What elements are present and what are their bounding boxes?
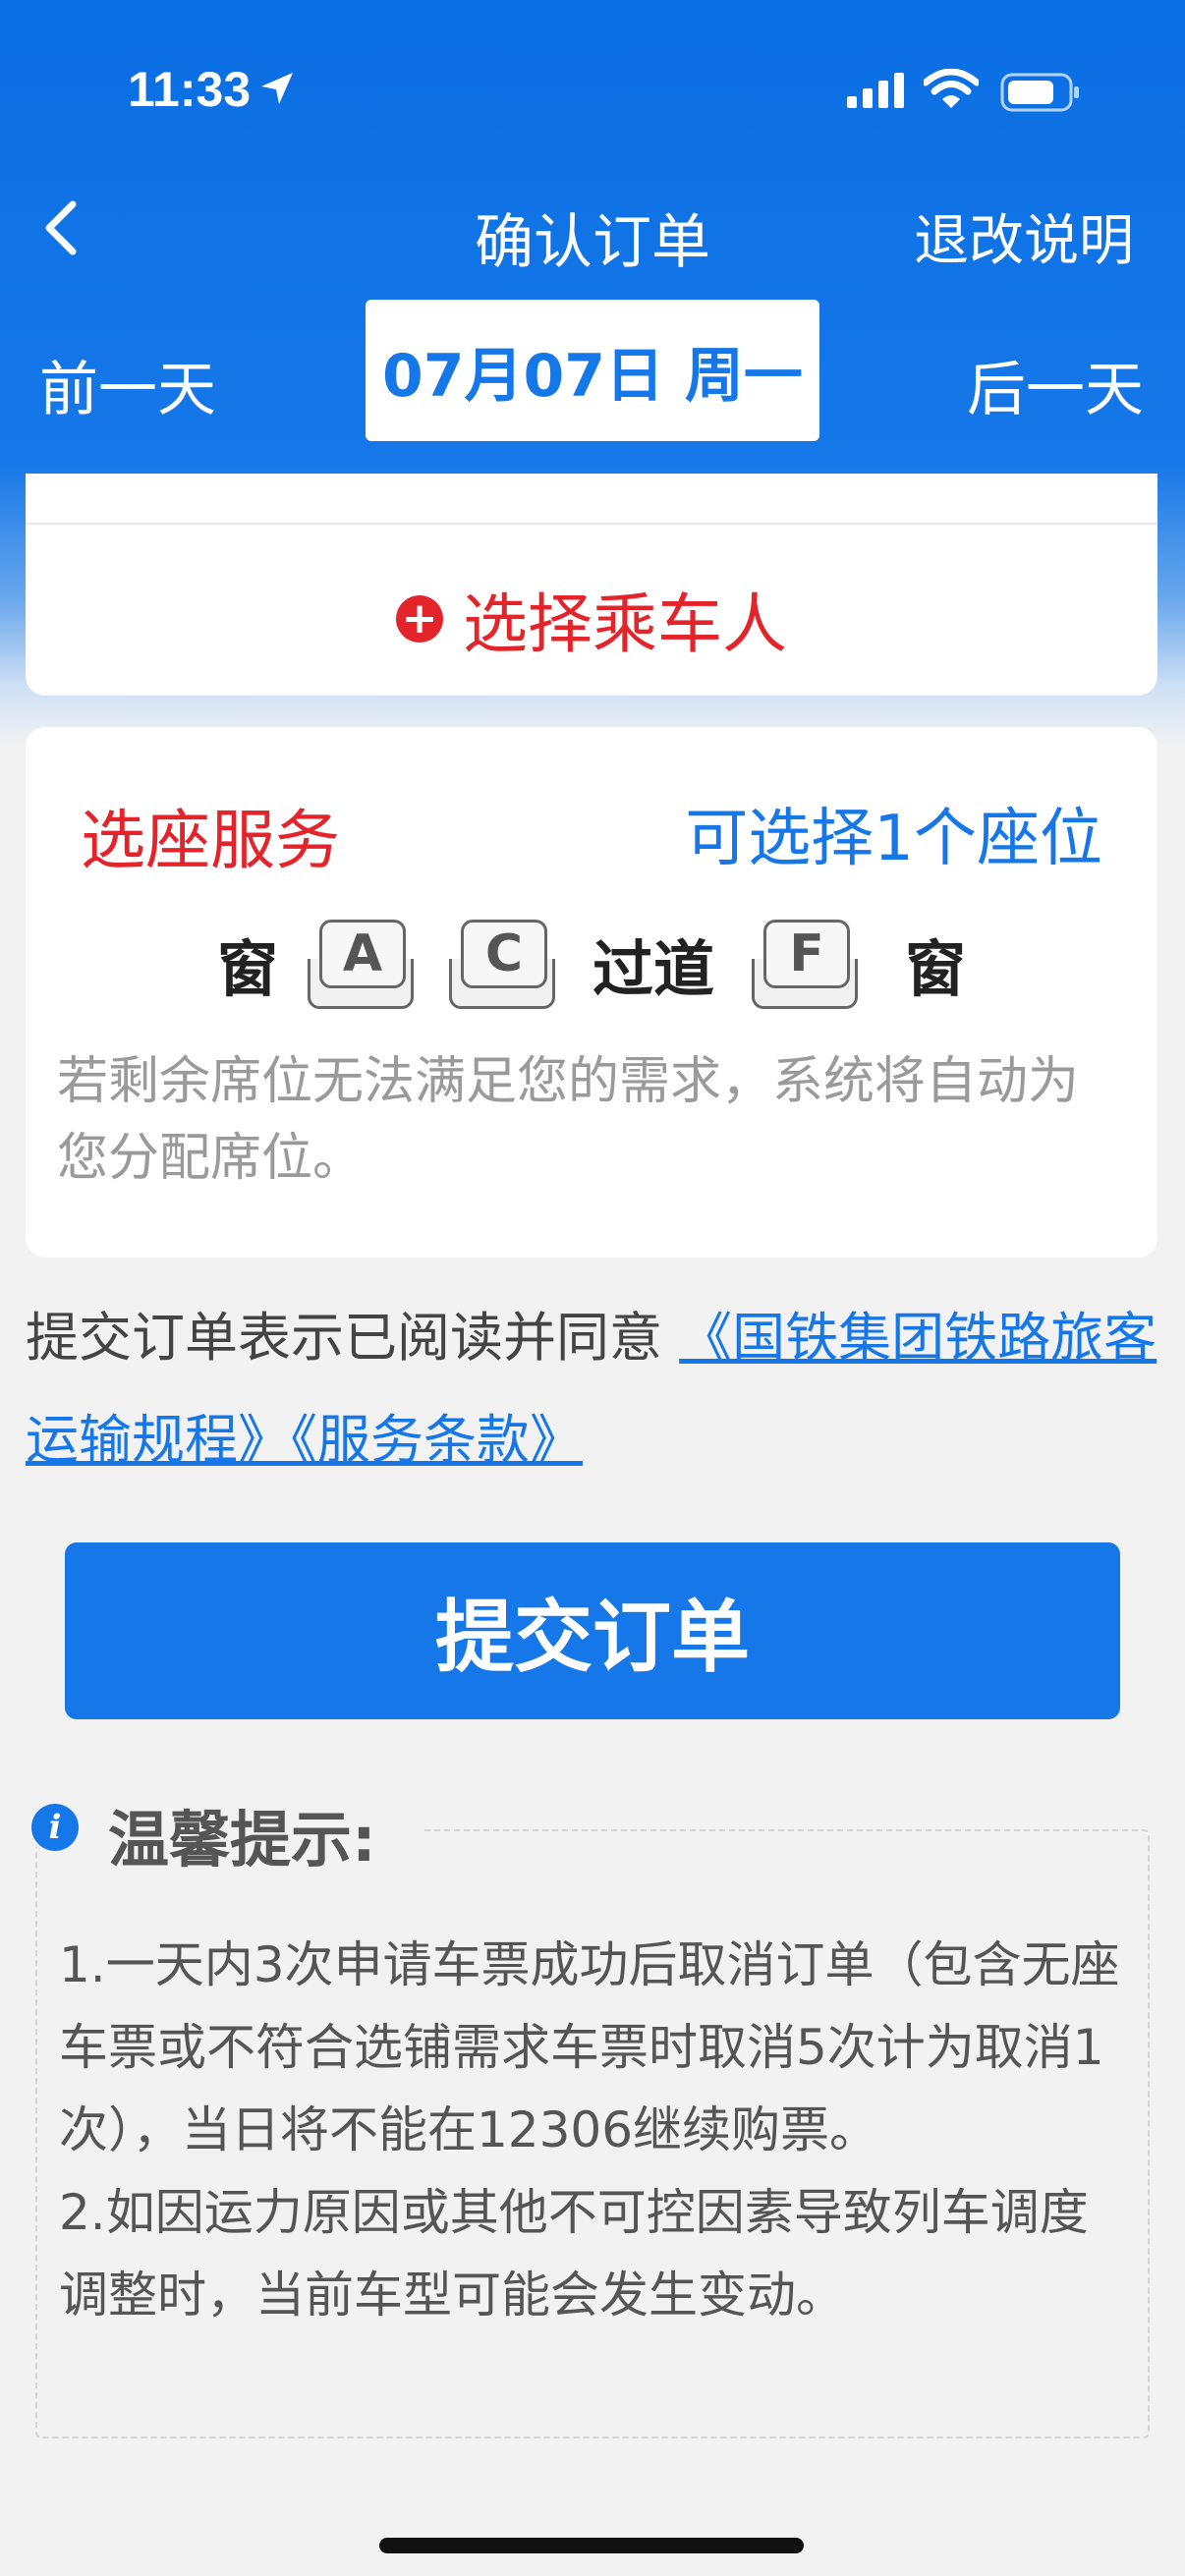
location-arrow-icon [261, 73, 293, 104]
plus-circle-icon: + [396, 595, 443, 643]
seat-c-button[interactable]: C [448, 920, 555, 1009]
tips-list: 1.一天内3次申请车票成功后取消订单（包含无座车票或不符合选铺需求车票时取消5次… [59, 1924, 1130, 2336]
seat-selection-card: 选座服务 可选择1个座位 窗 A C 过道 F 窗 若剩余席位无法满足您的需求，… [26, 727, 1157, 1258]
battery-icon [1000, 73, 1079, 112]
current-date: 07月07日 周一 [382, 341, 803, 411]
seat-allocation-note: 若剩余席位无法满足您的需求，系统将自动为您分配席位。 [57, 1052, 1080, 1188]
seat-a-button[interactable]: A [307, 920, 414, 1009]
refund-change-info-link[interactable]: 退改说明 [914, 196, 1134, 276]
cellular-signal-icon [847, 73, 904, 108]
seat-letter: A [318, 920, 406, 988]
status-time: 11:33 [128, 62, 252, 117]
next-day-button[interactable]: 后一天 [967, 342, 1144, 427]
tips-title: 温馨提示: [108, 1804, 376, 1876]
home-indicator[interactable] [379, 2538, 804, 2553]
submit-order-button[interactable]: 提交订单 [65, 1542, 1120, 1719]
divider [26, 523, 1157, 525]
tip-item: 2.如因运力原因或其他不可控因素导致列车调度调整时，当前车型可能会发生变动。 [59, 2184, 1089, 2324]
info-icon: i [31, 1804, 79, 1851]
aisle-label: 过道 [592, 933, 714, 1005]
seat-service-title: 选座服务 [81, 803, 340, 878]
passenger-card: + 选择乘车人 [26, 474, 1157, 696]
previous-day-button[interactable]: 前一天 [39, 342, 216, 427]
seat-letter: C [460, 920, 547, 988]
seat-letter: F [763, 920, 850, 988]
select-passenger-label: 选择乘车人 [463, 587, 787, 662]
window-label-right: 窗 [905, 933, 967, 1005]
wifi-icon [924, 69, 979, 108]
date-selector[interactable]: 07月07日 周一 [366, 300, 819, 441]
submit-order-label: 提交订单 [435, 1592, 750, 1683]
window-label-left: 窗 [216, 933, 278, 1005]
tip-item: 1.一天内3次申请车票成功后取消订单（包含无座车票或不符合选铺需求车票时取消5次… [59, 1936, 1120, 2158]
seat-f-button[interactable]: F [752, 920, 858, 1009]
select-passenger-button[interactable]: + 选择乘车人 [26, 572, 1157, 666]
seat-map: 窗 A C 过道 F 窗 [26, 920, 1157, 1009]
seat-quota-text: 可选择1个座位 [685, 803, 1102, 875]
agreement-text: 提交订单表示已阅读并同意 《国铁集团铁路旅客运输规程》《服务条款》 [26, 1287, 1165, 1491]
agreement-prefix: 提交订单表示已阅读并同意 [26, 1307, 680, 1369]
